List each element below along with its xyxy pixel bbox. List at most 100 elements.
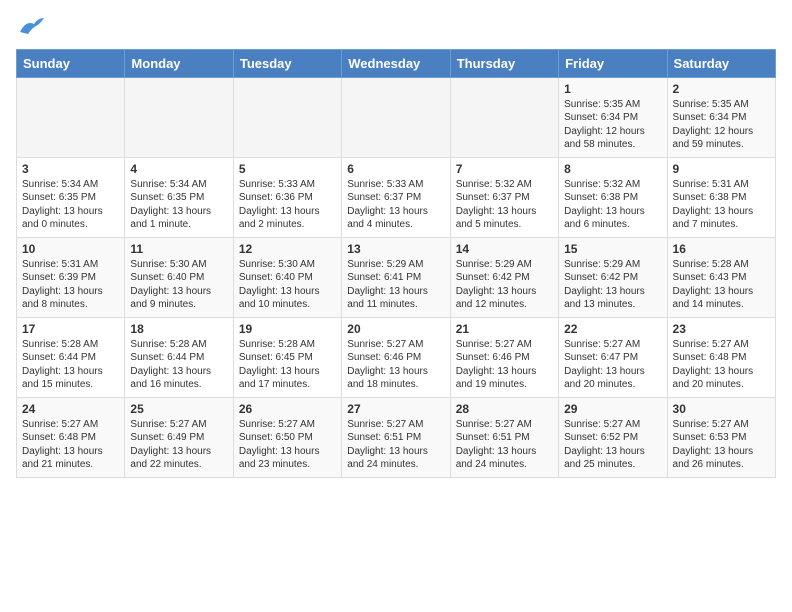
day-info: Sunrise: 5:27 AM Sunset: 6:51 PM Dayligh…: [456, 418, 553, 472]
day-number: 24: [22, 402, 119, 416]
day-number: 10: [22, 242, 119, 256]
calendar-cell-1-2: [125, 77, 233, 157]
calendar-cell-5-2: 25 Sunrise: 5:27 AM Sunset: 6:49 PM Dayli…: [125, 397, 233, 477]
day-info: Sunrise: 5:27 AM Sunset: 6:46 PM Dayligh…: [456, 338, 553, 392]
weekday-header-friday: Friday: [559, 49, 667, 77]
day-info: Sunrise: 5:34 AM Sunset: 6:35 PM Dayligh…: [22, 178, 119, 232]
day-info: Sunrise: 5:30 AM Sunset: 6:40 PM Dayligh…: [239, 258, 336, 312]
day-info: Sunrise: 5:31 AM Sunset: 6:39 PM Dayligh…: [22, 258, 119, 312]
weekday-header-saturday: Saturday: [667, 49, 775, 77]
calendar-cell-2-6: 8 Sunrise: 5:32 AM Sunset: 6:38 PM Daylig…: [559, 157, 667, 237]
calendar-week-2: 3 Sunrise: 5:34 AM Sunset: 6:35 PM Daylig…: [17, 157, 776, 237]
day-number: 21: [456, 322, 553, 336]
day-number: 17: [22, 322, 119, 336]
calendar-cell-3-7: 16 Sunrise: 5:28 AM Sunset: 6:43 PM Dayli…: [667, 237, 775, 317]
calendar-cell-3-5: 14 Sunrise: 5:29 AM Sunset: 6:42 PM Dayli…: [450, 237, 558, 317]
day-number: 28: [456, 402, 553, 416]
day-number: 25: [130, 402, 227, 416]
day-info: Sunrise: 5:33 AM Sunset: 6:37 PM Dayligh…: [347, 178, 444, 232]
day-number: 26: [239, 402, 336, 416]
weekday-header-wednesday: Wednesday: [342, 49, 450, 77]
calendar-week-4: 17 Sunrise: 5:28 AM Sunset: 6:44 PM Dayli…: [17, 317, 776, 397]
calendar-week-5: 24 Sunrise: 5:27 AM Sunset: 6:48 PM Dayli…: [17, 397, 776, 477]
calendar-cell-5-6: 29Sunrise: 5:27 AM Sunset: 6:52 PM Dayli…: [559, 397, 667, 477]
day-info: Sunrise: 5:35 AM Sunset: 6:34 PM Dayligh…: [564, 98, 661, 152]
calendar-cell-2-3: 5Sunrise: 5:33 AM Sunset: 6:36 PM Daylig…: [233, 157, 341, 237]
calendar-cell-1-4: [342, 77, 450, 157]
day-info: Sunrise: 5:29 AM Sunset: 6:41 PM Dayligh…: [347, 258, 444, 312]
calendar-cell-1-6: 1 Sunrise: 5:35 AM Sunset: 6:34 PM Daylig…: [559, 77, 667, 157]
calendar-cell-2-4: 6Sunrise: 5:33 AM Sunset: 6:37 PM Daylig…: [342, 157, 450, 237]
day-number: 8: [564, 162, 661, 176]
day-number: 7: [456, 162, 553, 176]
calendar-cell-3-3: 12 Sunrise: 5:30 AM Sunset: 6:40 PM Dayli…: [233, 237, 341, 317]
day-number: 16: [673, 242, 770, 256]
day-info: Sunrise: 5:27 AM Sunset: 6:50 PM Dayligh…: [239, 418, 336, 472]
day-number: 5: [239, 162, 336, 176]
logo-bird-icon: [18, 16, 44, 36]
day-info: Sunrise: 5:27 AM Sunset: 6:48 PM Dayligh…: [673, 338, 770, 392]
day-info: Sunrise: 5:34 AM Sunset: 6:35 PM Dayligh…: [130, 178, 227, 232]
weekday-header-monday: Monday: [125, 49, 233, 77]
day-info: Sunrise: 5:27 AM Sunset: 6:47 PM Dayligh…: [564, 338, 661, 392]
day-number: 1: [564, 82, 661, 96]
day-number: 22: [564, 322, 661, 336]
day-number: 2: [673, 82, 770, 96]
day-info: Sunrise: 5:27 AM Sunset: 6:52 PM Dayligh…: [564, 418, 661, 472]
day-info: Sunrise: 5:27 AM Sunset: 6:51 PM Dayligh…: [347, 418, 444, 472]
day-number: 4: [130, 162, 227, 176]
day-number: 9: [673, 162, 770, 176]
day-number: 14: [456, 242, 553, 256]
day-info: Sunrise: 5:27 AM Sunset: 6:49 PM Dayligh…: [130, 418, 227, 472]
day-number: 23: [673, 322, 770, 336]
calendar-cell-4-7: 23 Sunrise: 5:27 AM Sunset: 6:48 PM Dayli…: [667, 317, 775, 397]
calendar-cell-1-5: [450, 77, 558, 157]
calendar-cell-5-3: 26 Sunrise: 5:27 AM Sunset: 6:50 PM Dayli…: [233, 397, 341, 477]
day-info: Sunrise: 5:27 AM Sunset: 6:53 PM Dayligh…: [673, 418, 770, 472]
calendar-week-3: 10 Sunrise: 5:31 AM Sunset: 6:39 PM Dayli…: [17, 237, 776, 317]
day-info: Sunrise: 5:28 AM Sunset: 6:44 PM Dayligh…: [22, 338, 119, 392]
weekday-header-tuesday: Tuesday: [233, 49, 341, 77]
calendar-cell-4-2: 18Sunrise: 5:28 AM Sunset: 6:44 PM Dayli…: [125, 317, 233, 397]
calendar-cell-4-1: 17 Sunrise: 5:28 AM Sunset: 6:44 PM Dayli…: [17, 317, 125, 397]
calendar-cell-1-3: [233, 77, 341, 157]
day-info: Sunrise: 5:28 AM Sunset: 6:44 PM Dayligh…: [130, 338, 227, 392]
calendar-cell-4-6: 22 Sunrise: 5:27 AM Sunset: 6:47 PM Dayli…: [559, 317, 667, 397]
day-info: Sunrise: 5:29 AM Sunset: 6:42 PM Dayligh…: [564, 258, 661, 312]
day-info: Sunrise: 5:29 AM Sunset: 6:42 PM Dayligh…: [456, 258, 553, 312]
day-number: 12: [239, 242, 336, 256]
day-number: 13: [347, 242, 444, 256]
weekday-header-row: SundayMondayTuesdayWednesdayThursdayFrid…: [17, 49, 776, 77]
day-number: 20: [347, 322, 444, 336]
day-info: Sunrise: 5:28 AM Sunset: 6:43 PM Dayligh…: [673, 258, 770, 312]
weekday-header-thursday: Thursday: [450, 49, 558, 77]
calendar-cell-4-3: 19 Sunrise: 5:28 AM Sunset: 6:45 PM Dayli…: [233, 317, 341, 397]
day-info: Sunrise: 5:30 AM Sunset: 6:40 PM Dayligh…: [130, 258, 227, 312]
day-info: Sunrise: 5:27 AM Sunset: 6:48 PM Dayligh…: [22, 418, 119, 472]
day-number: 3: [22, 162, 119, 176]
calendar-cell-1-7: 2 Sunrise: 5:35 AM Sunset: 6:34 PM Daylig…: [667, 77, 775, 157]
calendar-cell-3-6: 15Sunrise: 5:29 AM Sunset: 6:42 PM Dayli…: [559, 237, 667, 317]
calendar-cell-3-1: 10 Sunrise: 5:31 AM Sunset: 6:39 PM Dayli…: [17, 237, 125, 317]
day-number: 30: [673, 402, 770, 416]
calendar-cell-5-4: 27Sunrise: 5:27 AM Sunset: 6:51 PM Dayli…: [342, 397, 450, 477]
calendar-cell-2-2: 4 Sunrise: 5:34 AM Sunset: 6:35 PM Daylig…: [125, 157, 233, 237]
day-info: Sunrise: 5:32 AM Sunset: 6:38 PM Dayligh…: [564, 178, 661, 232]
calendar-table: SundayMondayTuesdayWednesdayThursdayFrid…: [16, 49, 776, 478]
day-number: 11: [130, 242, 227, 256]
calendar-cell-4-5: 21 Sunrise: 5:27 AM Sunset: 6:46 PM Dayli…: [450, 317, 558, 397]
calendar-cell-1-1: [17, 77, 125, 157]
weekday-header-sunday: Sunday: [17, 49, 125, 77]
day-info: Sunrise: 5:28 AM Sunset: 6:45 PM Dayligh…: [239, 338, 336, 392]
day-info: Sunrise: 5:35 AM Sunset: 6:34 PM Dayligh…: [673, 98, 770, 152]
day-info: Sunrise: 5:31 AM Sunset: 6:38 PM Dayligh…: [673, 178, 770, 232]
calendar-cell-2-1: 3 Sunrise: 5:34 AM Sunset: 6:35 PM Daylig…: [17, 157, 125, 237]
calendar-cell-5-1: 24 Sunrise: 5:27 AM Sunset: 6:48 PM Dayli…: [17, 397, 125, 477]
calendar-cell-2-7: 9 Sunrise: 5:31 AM Sunset: 6:38 PM Daylig…: [667, 157, 775, 237]
calendar-cell-3-2: 11 Sunrise: 5:30 AM Sunset: 6:40 PM Dayli…: [125, 237, 233, 317]
calendar-cell-5-7: 30 Sunrise: 5:27 AM Sunset: 6:53 PM Dayli…: [667, 397, 775, 477]
header: [16, 16, 776, 37]
page-container: SundayMondayTuesdayWednesdayThursdayFrid…: [0, 0, 792, 494]
calendar-cell-4-4: 20Sunrise: 5:27 AM Sunset: 6:46 PM Dayli…: [342, 317, 450, 397]
day-number: 19: [239, 322, 336, 336]
